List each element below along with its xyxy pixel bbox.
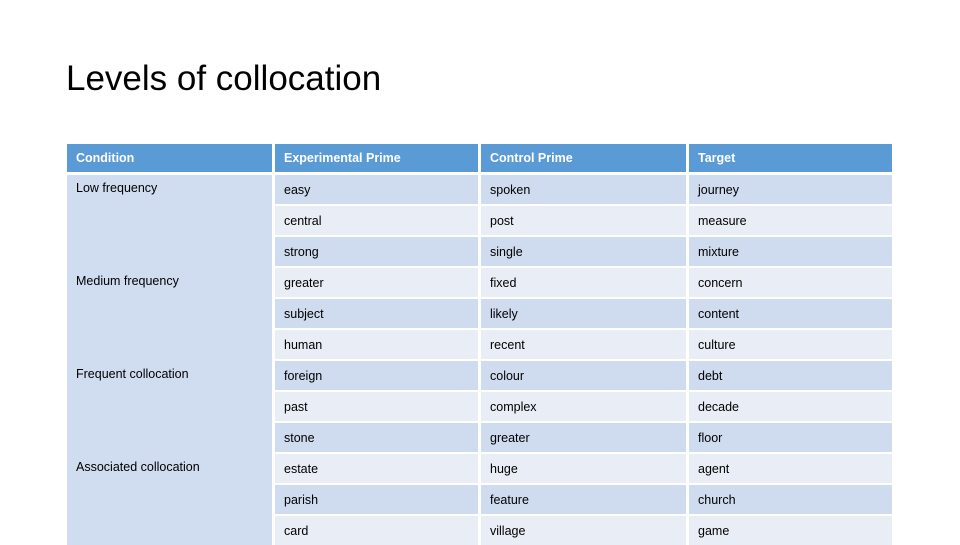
table-row: Associated collocation estate huge agent bbox=[67, 454, 892, 545]
experimental-prime-cell: human bbox=[275, 330, 481, 361]
target-cell: concern bbox=[689, 268, 892, 299]
target-cell: content bbox=[689, 299, 892, 330]
control-prime-cell: likely bbox=[481, 299, 689, 330]
control-prime-cell: colour bbox=[481, 361, 689, 392]
target-cell: culture bbox=[689, 330, 892, 361]
control-prime-cell: post bbox=[481, 206, 689, 237]
target-cell: debt bbox=[689, 361, 892, 392]
control-prime-cell: fixed bbox=[481, 268, 689, 299]
table-row: Low frequency easy spoken journey bbox=[67, 175, 892, 268]
condition-cell: Frequent collocation bbox=[67, 361, 275, 454]
control-prime-cell: recent bbox=[481, 330, 689, 361]
column-header-condition: Condition bbox=[67, 144, 275, 175]
target-cell: agent bbox=[689, 454, 892, 485]
target-cell: mixture bbox=[689, 237, 892, 268]
experimental-prime-cell: past bbox=[275, 392, 481, 423]
table-row: Frequent collocation foreign colour debt bbox=[67, 361, 892, 454]
target-cell: church bbox=[689, 485, 892, 516]
target-cell: floor bbox=[689, 423, 892, 454]
control-prime-cell: village bbox=[481, 516, 689, 545]
table-header: Condition Experimental Prime Control Pri… bbox=[67, 144, 892, 175]
control-prime-cell: single bbox=[481, 237, 689, 268]
experimental-prime-cell: easy bbox=[275, 175, 481, 206]
table-row: Medium frequency greater fixed concern bbox=[67, 268, 892, 361]
experimental-prime-cell: card bbox=[275, 516, 481, 545]
experimental-prime-cell: greater bbox=[275, 268, 481, 299]
experimental-prime-cell: estate bbox=[275, 454, 481, 485]
column-header-experimental-prime: Experimental Prime bbox=[275, 144, 481, 175]
table-body: Low frequency easy spoken journey centra… bbox=[67, 175, 892, 545]
target-cell: journey bbox=[689, 175, 892, 206]
condition-cell: Associated collocation bbox=[67, 454, 275, 545]
experimental-prime-cell: stone bbox=[275, 423, 481, 454]
page-title: Levels of collocation bbox=[66, 59, 382, 98]
slide: Levels of collocation Condition Experime… bbox=[0, 0, 960, 545]
column-header-target: Target bbox=[689, 144, 892, 175]
target-cell: measure bbox=[689, 206, 892, 237]
target-cell: decade bbox=[689, 392, 892, 423]
experimental-prime-cell: foreign bbox=[275, 361, 481, 392]
experimental-prime-cell: central bbox=[275, 206, 481, 237]
condition-cell: Low frequency bbox=[67, 175, 275, 268]
control-prime-cell: huge bbox=[481, 454, 689, 485]
column-header-control-prime: Control Prime bbox=[481, 144, 689, 175]
experimental-prime-cell: subject bbox=[275, 299, 481, 330]
control-prime-cell: greater bbox=[481, 423, 689, 454]
control-prime-cell: feature bbox=[481, 485, 689, 516]
target-cell: game bbox=[689, 516, 892, 545]
control-prime-cell: spoken bbox=[481, 175, 689, 206]
experimental-prime-cell: strong bbox=[275, 237, 481, 268]
table-header-row: Condition Experimental Prime Control Pri… bbox=[67, 144, 892, 175]
condition-cell: Medium frequency bbox=[67, 268, 275, 361]
control-prime-cell: complex bbox=[481, 392, 689, 423]
experimental-prime-cell: parish bbox=[275, 485, 481, 516]
collocation-table: Condition Experimental Prime Control Pri… bbox=[67, 144, 892, 545]
collocation-table-container: Condition Experimental Prime Control Pri… bbox=[67, 144, 892, 545]
